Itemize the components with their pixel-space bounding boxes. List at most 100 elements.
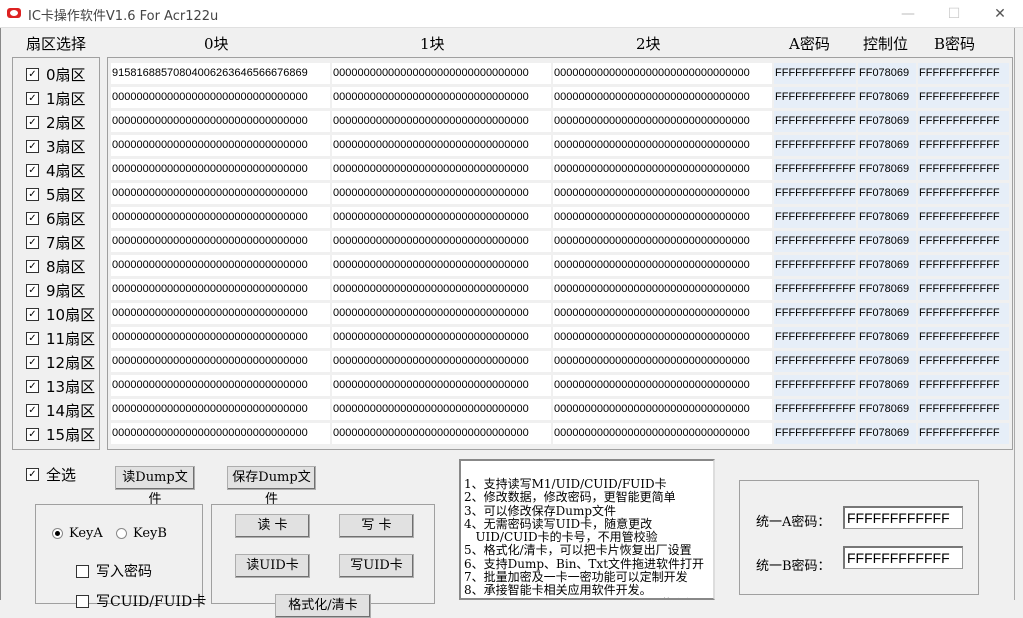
cell-c[interactable]: FF078069 <box>858 279 916 300</box>
cell-c[interactable]: FF078069 <box>858 303 916 324</box>
cell-b1[interactable]: 00000000000000000000000000000000 <box>332 303 551 324</box>
minimize-button[interactable]: — <box>885 0 931 28</box>
sector-checkbox[interactable]: ✓ 11扇区 <box>26 328 95 348</box>
cell-b[interactable]: FFFFFFFFFFFF <box>918 279 1009 300</box>
cell-b0[interactable]: 00000000000000000000000000000000 <box>111 159 330 180</box>
cell-a[interactable]: FFFFFFFFFFFF <box>774 327 856 348</box>
cell-b[interactable]: FFFFFFFFFFFF <box>918 351 1009 372</box>
write-cuid-checkbox[interactable]: 写CUID/FUID卡 <box>76 591 206 611</box>
select-all-checkbox[interactable]: ✓ 全选 <box>26 464 76 484</box>
cell-b2[interactable]: 00000000000000000000000000000000 <box>553 303 772 324</box>
sector-checkbox[interactable]: ✓ 9扇区 <box>26 280 86 300</box>
cell-b1[interactable]: 00000000000000000000000000000000 <box>332 111 551 132</box>
cell-b[interactable]: FFFFFFFFFFFF <box>918 231 1009 252</box>
sector-checkbox[interactable]: ✓ 1扇区 <box>26 88 86 108</box>
cell-b[interactable]: FFFFFFFFFFFF <box>918 255 1009 276</box>
cell-b1[interactable]: 00000000000000000000000000000000 <box>332 399 551 420</box>
cell-b0[interactable]: 00000000000000000000000000000000 <box>111 399 330 420</box>
cell-b0[interactable]: 00000000000000000000000000000000 <box>111 207 330 228</box>
cell-a[interactable]: FFFFFFFFFFFF <box>774 63 856 84</box>
sector-checkbox[interactable]: ✓ 10扇区 <box>26 304 95 324</box>
cell-c[interactable]: FF078069 <box>858 87 916 108</box>
sector-checkbox[interactable]: ✓ 12扇区 <box>26 352 95 372</box>
cell-b2[interactable]: 00000000000000000000000000000000 <box>553 207 772 228</box>
cell-b2[interactable]: 00000000000000000000000000000000 <box>553 375 772 396</box>
sector-checkbox[interactable]: ✓ 6扇区 <box>26 208 86 228</box>
key-b-radio[interactable]: KeyB <box>116 526 167 541</box>
cell-b0[interactable]: 91581688570804006263646566676869 <box>111 63 330 84</box>
read-dump-button[interactable]: 读Dump文件 <box>115 466 195 507</box>
cell-c[interactable]: FF078069 <box>858 375 916 396</box>
cell-b[interactable]: FFFFFFFFFFFF <box>918 303 1009 324</box>
sector-checkbox[interactable]: ✓ 15扇区 <box>26 424 95 444</box>
cell-b[interactable]: FFFFFFFFFFFF <box>918 399 1009 420</box>
cell-b2[interactable]: 00000000000000000000000000000000 <box>553 135 772 156</box>
cell-c[interactable]: FF078069 <box>858 183 916 204</box>
sector-checkbox[interactable]: ✓ 13扇区 <box>26 376 95 396</box>
cell-c[interactable]: FF078069 <box>858 351 916 372</box>
cell-c[interactable]: FF078069 <box>858 327 916 348</box>
unified-b-input[interactable]: FFFFFFFFFFFF <box>843 546 963 569</box>
cell-b[interactable]: FFFFFFFFFFFF <box>918 375 1009 396</box>
cell-b[interactable]: FFFFFFFFFFFF <box>918 183 1009 204</box>
cell-a[interactable]: FFFFFFFFFFFF <box>774 399 856 420</box>
cell-b2[interactable]: 00000000000000000000000000000000 <box>553 231 772 252</box>
cell-b0[interactable]: 00000000000000000000000000000000 <box>111 255 330 276</box>
close-button[interactable]: ✕ <box>977 0 1023 28</box>
cell-c[interactable]: FF078069 <box>858 159 916 180</box>
cell-a[interactable]: FFFFFFFFFFFF <box>774 303 856 324</box>
sector-checkbox[interactable]: ✓ 0扇区 <box>26 64 86 84</box>
cell-b[interactable]: FFFFFFFFFFFF <box>918 63 1009 84</box>
cell-b[interactable]: FFFFFFFFFFFF <box>918 135 1009 156</box>
write-uid-button[interactable]: 写UID卡 <box>339 554 414 578</box>
cell-b0[interactable]: 00000000000000000000000000000000 <box>111 423 330 444</box>
cell-a[interactable]: FFFFFFFFFFFF <box>774 351 856 372</box>
cell-a[interactable]: FFFFFFFFFFFF <box>774 159 856 180</box>
cell-b1[interactable]: 00000000000000000000000000000000 <box>332 63 551 84</box>
cell-c[interactable]: FF078069 <box>858 423 916 444</box>
cell-b2[interactable]: 00000000000000000000000000000000 <box>553 87 772 108</box>
cell-b2[interactable]: 00000000000000000000000000000000 <box>553 255 772 276</box>
cell-b2[interactable]: 00000000000000000000000000000000 <box>553 183 772 204</box>
unified-a-input[interactable]: FFFFFFFFFFFF <box>843 506 963 529</box>
sector-checkbox[interactable]: ✓ 5扇区 <box>26 184 86 204</box>
cell-b2[interactable]: 00000000000000000000000000000000 <box>553 63 772 84</box>
cell-a[interactable]: FFFFFFFFFFFF <box>774 87 856 108</box>
sector-checkbox[interactable]: ✓ 14扇区 <box>26 400 95 420</box>
cell-c[interactable]: FF078069 <box>858 255 916 276</box>
read-card-button[interactable]: 读 卡 <box>235 514 310 538</box>
save-dump-button[interactable]: 保存Dump文件 <box>227 466 316 507</box>
write-card-button[interactable]: 写 卡 <box>339 514 414 538</box>
cell-b[interactable]: FFFFFFFFFFFF <box>918 111 1009 132</box>
cell-b1[interactable]: 00000000000000000000000000000000 <box>332 183 551 204</box>
key-a-radio[interactable]: KeyA <box>52 526 103 541</box>
cell-c[interactable]: FF078069 <box>858 399 916 420</box>
cell-b0[interactable]: 00000000000000000000000000000000 <box>111 183 330 204</box>
cell-b2[interactable]: 00000000000000000000000000000000 <box>553 111 772 132</box>
cell-a[interactable]: FFFFFFFFFFFF <box>774 111 856 132</box>
cell-c[interactable]: FF078069 <box>858 231 916 252</box>
cell-a[interactable]: FFFFFFFFFFFF <box>774 231 856 252</box>
format-card-button[interactable]: 格式化/清卡 <box>275 594 371 618</box>
cell-b0[interactable]: 00000000000000000000000000000000 <box>111 279 330 300</box>
cell-b0[interactable]: 00000000000000000000000000000000 <box>111 231 330 252</box>
cell-a[interactable]: FFFFFFFFFFFF <box>774 255 856 276</box>
cell-b1[interactable]: 00000000000000000000000000000000 <box>332 351 551 372</box>
cell-a[interactable]: FFFFFFFFFFFF <box>774 135 856 156</box>
sector-checkbox[interactable]: ✓ 4扇区 <box>26 160 86 180</box>
cell-b1[interactable]: 00000000000000000000000000000000 <box>332 159 551 180</box>
cell-a[interactable]: FFFFFFFFFFFF <box>774 279 856 300</box>
write-password-checkbox[interactable]: 写入密码 <box>76 561 152 581</box>
cell-b1[interactable]: 00000000000000000000000000000000 <box>332 87 551 108</box>
cell-b1[interactable]: 00000000000000000000000000000000 <box>332 327 551 348</box>
cell-c[interactable]: FF078069 <box>858 135 916 156</box>
cell-b2[interactable]: 00000000000000000000000000000000 <box>553 399 772 420</box>
info-textbox[interactable]: 1、支持读写M1/UID/CUID/FUID卡 2、修改数据，修改密码，更智能更简… <box>459 459 715 600</box>
cell-b0[interactable]: 00000000000000000000000000000000 <box>111 135 330 156</box>
cell-a[interactable]: FFFFFFFFFFFF <box>774 375 856 396</box>
cell-b0[interactable]: 00000000000000000000000000000000 <box>111 327 330 348</box>
sector-checkbox[interactable]: ✓ 3扇区 <box>26 136 86 156</box>
cell-b1[interactable]: 00000000000000000000000000000000 <box>332 375 551 396</box>
sector-checkbox[interactable]: ✓ 2扇区 <box>26 112 86 132</box>
sector-checkbox[interactable]: ✓ 7扇区 <box>26 232 86 252</box>
